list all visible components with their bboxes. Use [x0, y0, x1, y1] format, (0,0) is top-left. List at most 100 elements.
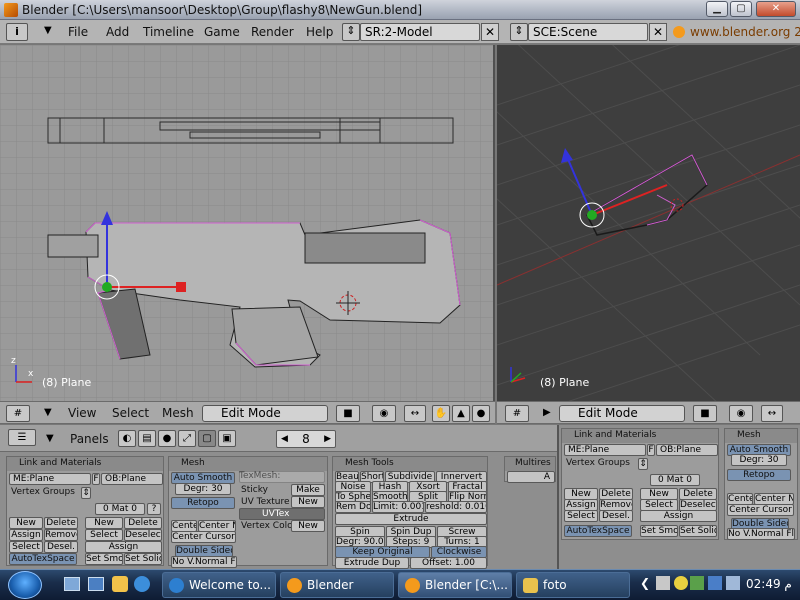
fake-user-toggle[interactable]: F	[92, 473, 100, 485]
triangle-manipulator-icon[interactable]: ▲	[452, 405, 470, 422]
no-vnormal-flip-toggle[interactable]: No V.Normal Fli	[171, 556, 237, 568]
editing-context-icon[interactable]: ▢	[198, 430, 216, 447]
viewport-front[interactable]: x z (8) Plane	[0, 45, 495, 401]
explorer-quicklaunch-icon[interactable]	[112, 576, 128, 592]
pivot-icon-2[interactable]: ◉	[729, 405, 753, 422]
hand-manipulator-icon[interactable]: ✋	[432, 405, 450, 422]
mat-delete-button[interactable]: Delete	[124, 517, 162, 529]
uvtex-layer-field[interactable]: UVTex	[239, 508, 325, 520]
retopo-toggle-2[interactable]: Retopo	[727, 469, 791, 481]
extrude-dup-button[interactable]: Extrude Dup	[335, 557, 409, 569]
limit-field[interactable]: Limit: 0.001	[372, 501, 424, 513]
vertex-color-new-button[interactable]: New	[291, 520, 325, 532]
mesh-name-field[interactable]: ME:Plane	[9, 473, 91, 485]
task-blender-main[interactable]: Blender [C:\...	[398, 572, 512, 598]
set-smooth-button[interactable]: Set Smo	[85, 553, 123, 565]
vgroup-deselect-button[interactable]: Desel.	[44, 541, 78, 553]
menu-timeline[interactable]: Timeline	[143, 25, 194, 39]
collapse-buttons-header-icon[interactable]: ▼	[46, 433, 54, 444]
start-button[interactable]	[8, 571, 42, 599]
link-materials-title-2[interactable]: Link and Materials	[562, 429, 718, 443]
draw-type-icon[interactable]: ■	[336, 405, 360, 422]
mode-select-dropdown-2[interactable]: Edit Mode	[559, 405, 685, 422]
menu-add[interactable]: Add	[106, 25, 129, 39]
switch-windows-icon[interactable]	[88, 577, 104, 591]
vgroup-delete-button[interactable]: Delete	[44, 517, 78, 529]
center-cursor-button-2[interactable]: Center Cursor	[727, 504, 794, 516]
uv-texture-new-button[interactable]: New	[291, 496, 325, 508]
circle-manipulator-icon[interactable]: ●	[472, 405, 490, 422]
buttons-window-type-icon[interactable]: ☰	[8, 429, 36, 446]
scene-name-field[interactable]: SCE:Scene	[528, 23, 648, 41]
vgroup-select-button[interactable]: Select	[9, 541, 43, 553]
screen-browse-button[interactable]: ⇕	[342, 23, 360, 41]
retopo-toggle[interactable]: Retopo	[171, 497, 235, 509]
screen-name-field[interactable]: SR:2-Model	[360, 23, 480, 41]
vgroup-select-button-2[interactable]: Select	[564, 510, 598, 522]
media-quicklaunch-icon[interactable]	[134, 576, 150, 592]
multires-title[interactable]: Multires	[505, 457, 555, 471]
vgroup-assign-button[interactable]: Assign	[9, 529, 43, 541]
maximize-button[interactable]: ▢	[730, 1, 752, 17]
set-smooth-button-2[interactable]: Set Smo	[640, 525, 678, 537]
mesh-panel-title[interactable]: Mesh	[169, 457, 327, 471]
viewport-perspective[interactable]: (8) Plane	[497, 45, 800, 401]
autotexspace-toggle[interactable]: AutoTexSpace	[9, 553, 77, 565]
close-button[interactable]: ✕	[756, 1, 796, 17]
menu-render[interactable]: Render	[251, 25, 294, 39]
material-index-field-2[interactable]: 0 Mat 0	[650, 474, 700, 486]
extrude-offset-field[interactable]: Offset: 1.00	[410, 557, 487, 569]
multires-add-button[interactable]: A	[507, 471, 555, 483]
task-foto[interactable]: foto	[516, 572, 630, 598]
mode-select-dropdown[interactable]: Edit Mode	[202, 405, 328, 422]
remove-doubles-button[interactable]: Rem Dou	[335, 501, 371, 513]
center-cursor-button[interactable]: Center Cursor	[171, 531, 236, 543]
mesh-tools-title[interactable]: Mesh Tools	[333, 457, 487, 471]
menu-select[interactable]: Select	[112, 406, 149, 420]
info-window-type-button[interactable]: i	[6, 23, 28, 41]
network-icon[interactable]	[708, 576, 722, 590]
mesh-panel-title-2[interactable]: Mesh	[725, 429, 797, 443]
object-name-field[interactable]: OB:Plane	[101, 473, 163, 485]
object-context-icon[interactable]: ⤢	[178, 430, 196, 447]
mat-deselect-button[interactable]: Deselect	[124, 529, 162, 541]
object-name-field-2[interactable]: OB:Plane	[656, 444, 718, 456]
clock[interactable]: 02:49 م	[746, 577, 792, 591]
menu-view[interactable]: View	[68, 406, 96, 420]
volume-icon[interactable]	[726, 576, 740, 590]
texmesh-field[interactable]	[239, 471, 325, 483]
vgroup-deselect-button-2[interactable]: Desel.	[599, 510, 633, 522]
auto-smooth-degree-field-2[interactable]: Degr: 30	[731, 454, 787, 466]
logic-context-icon[interactable]: ◐	[118, 430, 136, 447]
set-solid-button[interactable]: Set Solid	[124, 553, 162, 565]
auto-smooth-degree-field[interactable]: Degr: 30	[175, 483, 231, 495]
scene-context-icon[interactable]: ▣	[218, 430, 236, 447]
language-icon[interactable]	[656, 576, 670, 590]
extrude-button[interactable]: Extrude	[335, 513, 487, 525]
menu-mesh[interactable]: Mesh	[162, 406, 194, 420]
mat-assign-button-2[interactable]: Assign	[640, 510, 717, 522]
tray-shield-icon[interactable]	[690, 576, 704, 590]
window-type-grid-icon[interactable]: #	[6, 405, 30, 422]
vertex-group-menu-2[interactable]: ⇕	[638, 458, 648, 470]
mat-assign-button[interactable]: Assign	[85, 541, 162, 553]
collapse-menu-icon[interactable]: ▼	[44, 25, 52, 36]
draw-type-icon-2[interactable]: ■	[693, 405, 717, 422]
mat-select-button[interactable]: Select	[85, 529, 123, 541]
sticky-make-button[interactable]: Make	[291, 484, 325, 496]
link-materials-title[interactable]: Link and Materials	[7, 457, 163, 471]
menu-game[interactable]: Game	[204, 25, 240, 39]
snap-icon-2[interactable]: ↔	[761, 405, 783, 422]
script-context-icon[interactable]: ▤	[138, 430, 156, 447]
task-welcome[interactable]: Welcome to...	[162, 572, 276, 598]
collapse-header-icon[interactable]: ▼	[44, 407, 52, 418]
screen-delete-button[interactable]: ✕	[481, 23, 499, 41]
threshold-field[interactable]: reshold: 0.010	[425, 501, 487, 513]
mat-new-button[interactable]: New	[85, 517, 123, 529]
mesh-name-field-2[interactable]: ME:Plane	[564, 444, 646, 456]
material-index-field[interactable]: 0 Mat 0	[95, 503, 145, 515]
material-help-button[interactable]: ?	[147, 503, 161, 515]
vgroup-remove-button[interactable]: Remove	[44, 529, 78, 541]
window-type-grid-icon-2[interactable]: #	[505, 405, 529, 422]
scene-browse-button[interactable]: ⇕	[510, 23, 528, 41]
